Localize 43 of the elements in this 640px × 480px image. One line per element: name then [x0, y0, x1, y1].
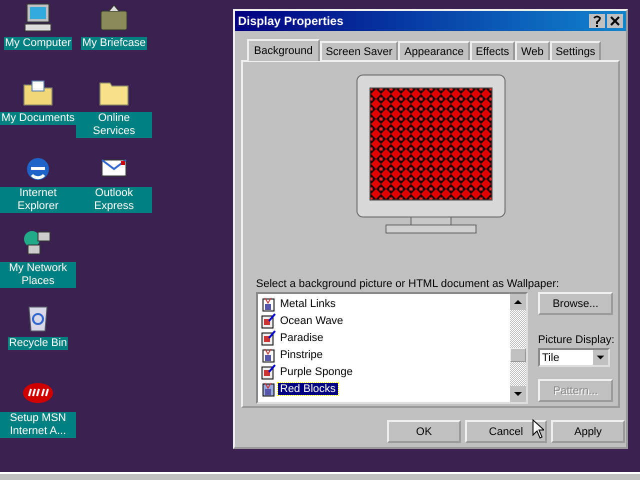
dialog-button[interactable]: Apply [551, 420, 625, 443]
tab[interactable]: Screen Saver [320, 41, 398, 60]
wallpaper-label: Select a background picture or HTML document as Wallpaper: [256, 278, 560, 290]
wallpaper-item[interactable]: Paradise [278, 332, 326, 344]
dialog-button[interactable]: OK [387, 420, 461, 443]
icon-label[interactable]: My Network Places [0, 262, 76, 288]
scroll-up-icon[interactable] [510, 294, 526, 310]
wallpaper-item[interactable]: Ocean Wave [278, 314, 346, 326]
picture-display-label: Picture Display: [538, 334, 614, 346]
html-file-icon [260, 380, 276, 396]
wallpaper-item[interactable]: Metal Links [278, 298, 338, 310]
window-title: Display Properties [238, 14, 344, 28]
computer-icon[interactable] [22, 2, 54, 34]
icon-label[interactable]: My Documents [0, 112, 76, 125]
icon-label[interactable]: My Computer [4, 37, 72, 50]
tab[interactable]: Effects [470, 41, 516, 60]
tab[interactable]: Settings [550, 41, 602, 60]
image-file-icon [260, 364, 276, 380]
browse-button[interactable]: Browse... [538, 292, 613, 315]
dialog-button[interactable]: Cancel [465, 420, 547, 443]
tab[interactable]: Background [247, 39, 320, 61]
scrollbar[interactable] [510, 294, 526, 402]
icon-label[interactable]: Internet Explorer [0, 187, 76, 213]
scroll-down-icon[interactable] [510, 386, 526, 402]
scroll-thumb[interactable] [510, 348, 526, 362]
icon-label[interactable]: Outlook Express [76, 187, 152, 213]
picture-display-dropdown[interactable]: Tile [538, 348, 610, 367]
wallpaper-item[interactable]: Purple Sponge [278, 366, 355, 378]
mouse-pointer-icon [532, 419, 544, 439]
icon-label[interactable]: Setup MSN Internet A... [0, 412, 76, 438]
image-file-icon [260, 330, 276, 346]
icon-label[interactable]: Online Services [76, 112, 152, 138]
html-file-icon [260, 296, 276, 312]
wallpaper-item[interactable]: Red Blocks [278, 382, 338, 394]
tab[interactable]: Web [515, 41, 550, 60]
image-file-icon [260, 312, 276, 328]
html-file-icon [260, 346, 276, 362]
icon-label[interactable]: My Briefcase [81, 37, 147, 50]
tab[interactable]: Appearance [398, 41, 470, 60]
wallpaper-item[interactable]: Pinstripe [278, 348, 325, 360]
help-icon[interactable] [589, 14, 605, 28]
close-icon[interactable] [607, 14, 623, 28]
icon-label[interactable]: Recycle Bin [8, 337, 68, 350]
